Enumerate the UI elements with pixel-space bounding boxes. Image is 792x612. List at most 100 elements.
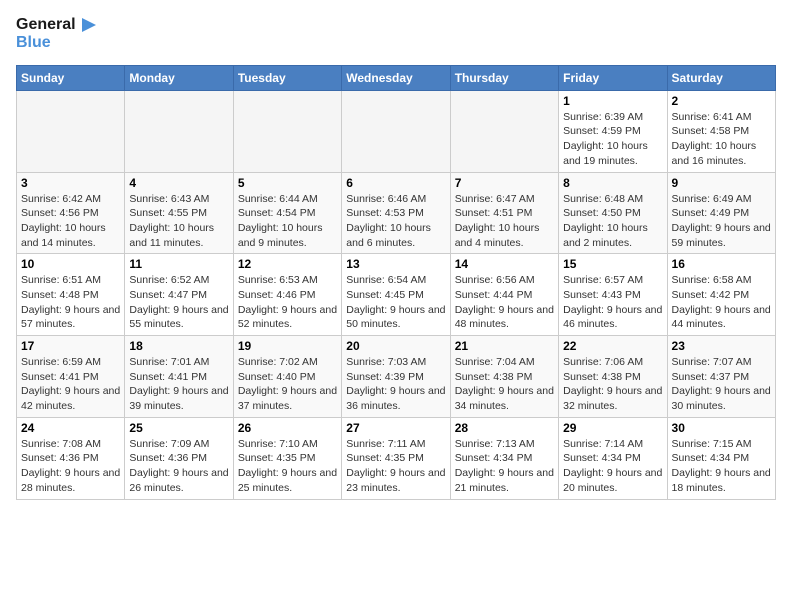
calendar-cell: 25 Sunrise: 7:09 AM Sunset: 4:36 PM Dayli… (125, 417, 233, 499)
day-info: Sunrise: 6:42 AM Sunset: 4:56 PM Dayligh… (21, 192, 120, 251)
calendar-cell: 15 Sunrise: 6:57 AM Sunset: 4:43 PM Dayli… (559, 254, 667, 336)
day-info: Sunrise: 7:02 AM Sunset: 4:40 PM Dayligh… (238, 355, 337, 414)
calendar-cell: 6 Sunrise: 6:46 AM Sunset: 4:53 PM Daylig… (342, 172, 450, 254)
calendar-cell: 27 Sunrise: 7:11 AM Sunset: 4:35 PM Dayli… (342, 417, 450, 499)
day-info: Sunrise: 6:47 AM Sunset: 4:51 PM Dayligh… (455, 192, 554, 251)
day-info: Sunrise: 6:54 AM Sunset: 4:45 PM Dayligh… (346, 273, 445, 332)
day-info: Sunrise: 7:09 AM Sunset: 4:36 PM Dayligh… (129, 437, 228, 496)
calendar-cell: 7 Sunrise: 6:47 AM Sunset: 4:51 PM Daylig… (450, 172, 558, 254)
day-number: 17 (21, 339, 120, 353)
calendar-cell: 18 Sunrise: 7:01 AM Sunset: 4:41 PM Dayli… (125, 336, 233, 418)
day-info: Sunrise: 6:44 AM Sunset: 4:54 PM Dayligh… (238, 192, 337, 251)
weekday-header: Friday (559, 65, 667, 90)
day-info: Sunrise: 6:49 AM Sunset: 4:49 PM Dayligh… (672, 192, 771, 251)
day-number: 30 (672, 421, 771, 435)
calendar-week-row: 24Sunrise: 7:08 AM Sunset: 4:36 PM Dayli… (17, 417, 776, 499)
calendar-cell (17, 90, 125, 172)
day-info: Sunrise: 7:01 AM Sunset: 4:41 PM Dayligh… (129, 355, 228, 414)
day-info: Sunrise: 7:13 AM Sunset: 4:34 PM Dayligh… (455, 437, 554, 496)
day-number: 11 (129, 257, 228, 271)
calendar-cell: 1 Sunrise: 6:39 AM Sunset: 4:59 PM Daylig… (559, 90, 667, 172)
calendar-cell (233, 90, 341, 172)
weekday-header: Thursday (450, 65, 558, 90)
calendar-week-row: 17 Sunrise: 6:59 AM Sunset: 4:41 PM Dayli… (17, 336, 776, 418)
day-info: Sunrise: 6:46 AM Sunset: 4:53 PM Dayligh… (346, 192, 445, 251)
day-number: 28 (455, 421, 554, 435)
calendar-cell: 22 Sunrise: 7:06 AM Sunset: 4:38 PM Dayli… (559, 336, 667, 418)
weekday-header: Tuesday (233, 65, 341, 90)
calendar-cell: 28 Sunrise: 7:13 AM Sunset: 4:34 PM Dayli… (450, 417, 558, 499)
calendar-cell: 9 Sunrise: 6:49 AM Sunset: 4:49 PM Daylig… (667, 172, 775, 254)
day-info: Sunrise: 6:58 AM Sunset: 4:42 PM Dayligh… (672, 273, 771, 332)
day-info: Sunrise: 6:57 AM Sunset: 4:43 PM Dayligh… (563, 273, 662, 332)
day-info: Sunrise: 6:43 AM Sunset: 4:55 PM Dayligh… (129, 192, 228, 251)
day-info: Sunrise: 6:41 AM Sunset: 4:58 PM Dayligh… (672, 110, 771, 169)
calendar-cell: 5 Sunrise: 6:44 AM Sunset: 4:54 PM Daylig… (233, 172, 341, 254)
calendar-cell: 8Sunrise: 6:48 AM Sunset: 4:50 PM Daylig… (559, 172, 667, 254)
weekday-header: Sunday (17, 65, 125, 90)
day-number: 7 (455, 176, 554, 190)
calendar-cell: 26 Sunrise: 7:10 AM Sunset: 4:35 PM Dayli… (233, 417, 341, 499)
calendar-cell (125, 90, 233, 172)
day-number: 9 (672, 176, 771, 190)
day-number: 26 (238, 421, 337, 435)
day-info: Sunrise: 6:51 AM Sunset: 4:48 PM Dayligh… (21, 273, 120, 332)
day-number: 10 (21, 257, 120, 271)
weekday-header: Monday (125, 65, 233, 90)
day-number: 22 (563, 339, 662, 353)
calendar-cell: 3 Sunrise: 6:42 AM Sunset: 4:56 PM Daylig… (17, 172, 125, 254)
day-info: Sunrise: 7:10 AM Sunset: 4:35 PM Dayligh… (238, 437, 337, 496)
day-number: 6 (346, 176, 445, 190)
day-number: 13 (346, 257, 445, 271)
day-number: 19 (238, 339, 337, 353)
calendar-cell: 13 Sunrise: 6:54 AM Sunset: 4:45 PM Dayli… (342, 254, 450, 336)
calendar-week-row: 1 Sunrise: 6:39 AM Sunset: 4:59 PM Daylig… (17, 90, 776, 172)
calendar-cell: 4 Sunrise: 6:43 AM Sunset: 4:55 PM Daylig… (125, 172, 233, 254)
weekday-header: Wednesday (342, 65, 450, 90)
day-number: 14 (455, 257, 554, 271)
calendar-cell: 30 Sunrise: 7:15 AM Sunset: 4:34 PM Dayli… (667, 417, 775, 499)
calendar-body: 1 Sunrise: 6:39 AM Sunset: 4:59 PM Daylig… (17, 90, 776, 499)
calendar-cell: 24Sunrise: 7:08 AM Sunset: 4:36 PM Dayli… (17, 417, 125, 499)
day-info: Sunrise: 7:11 AM Sunset: 4:35 PM Dayligh… (346, 437, 445, 496)
calendar-cell: 10 Sunrise: 6:51 AM Sunset: 4:48 PM Dayli… (17, 254, 125, 336)
day-number: 27 (346, 421, 445, 435)
calendar-cell: 17 Sunrise: 6:59 AM Sunset: 4:41 PM Dayli… (17, 336, 125, 418)
day-number: 1 (563, 94, 662, 108)
header: General Blue (16, 16, 776, 53)
logo-triangle-icon (78, 16, 96, 34)
day-number: 15 (563, 257, 662, 271)
day-number: 21 (455, 339, 554, 353)
calendar-cell (450, 90, 558, 172)
calendar-cell: 29 Sunrise: 7:14 AM Sunset: 4:34 PM Dayli… (559, 417, 667, 499)
day-number: 4 (129, 176, 228, 190)
calendar-table: SundayMondayTuesdayWednesdayThursdayFrid… (16, 65, 776, 500)
day-number: 29 (563, 421, 662, 435)
calendar-cell: 11Sunrise: 6:52 AM Sunset: 4:47 PM Dayli… (125, 254, 233, 336)
day-number: 12 (238, 257, 337, 271)
calendar-cell (342, 90, 450, 172)
day-info: Sunrise: 7:07 AM Sunset: 4:37 PM Dayligh… (672, 355, 771, 414)
calendar-cell: 20 Sunrise: 7:03 AM Sunset: 4:39 PM Dayli… (342, 336, 450, 418)
day-info: Sunrise: 6:56 AM Sunset: 4:44 PM Dayligh… (455, 273, 554, 332)
day-info: Sunrise: 7:03 AM Sunset: 4:39 PM Dayligh… (346, 355, 445, 414)
calendar-cell: 19 Sunrise: 7:02 AM Sunset: 4:40 PM Dayli… (233, 336, 341, 418)
day-info: Sunrise: 7:15 AM Sunset: 4:34 PM Dayligh… (672, 437, 771, 496)
day-number: 24 (21, 421, 120, 435)
day-number: 5 (238, 176, 337, 190)
day-info: Sunrise: 7:04 AM Sunset: 4:38 PM Dayligh… (455, 355, 554, 414)
day-info: Sunrise: 6:59 AM Sunset: 4:41 PM Dayligh… (21, 355, 120, 414)
calendar-header-row: SundayMondayTuesdayWednesdayThursdayFrid… (17, 65, 776, 90)
day-number: 20 (346, 339, 445, 353)
day-info: Sunrise: 7:14 AM Sunset: 4:34 PM Dayligh… (563, 437, 662, 496)
day-number: 2 (672, 94, 771, 108)
day-number: 16 (672, 257, 771, 271)
day-number: 8 (563, 176, 662, 190)
day-info: Sunrise: 6:39 AM Sunset: 4:59 PM Dayligh… (563, 110, 662, 169)
day-number: 23 (672, 339, 771, 353)
day-info: Sunrise: 7:06 AM Sunset: 4:38 PM Dayligh… (563, 355, 662, 414)
day-number: 25 (129, 421, 228, 435)
logo: General Blue (16, 16, 96, 53)
day-number: 3 (21, 176, 120, 190)
day-number: 18 (129, 339, 228, 353)
